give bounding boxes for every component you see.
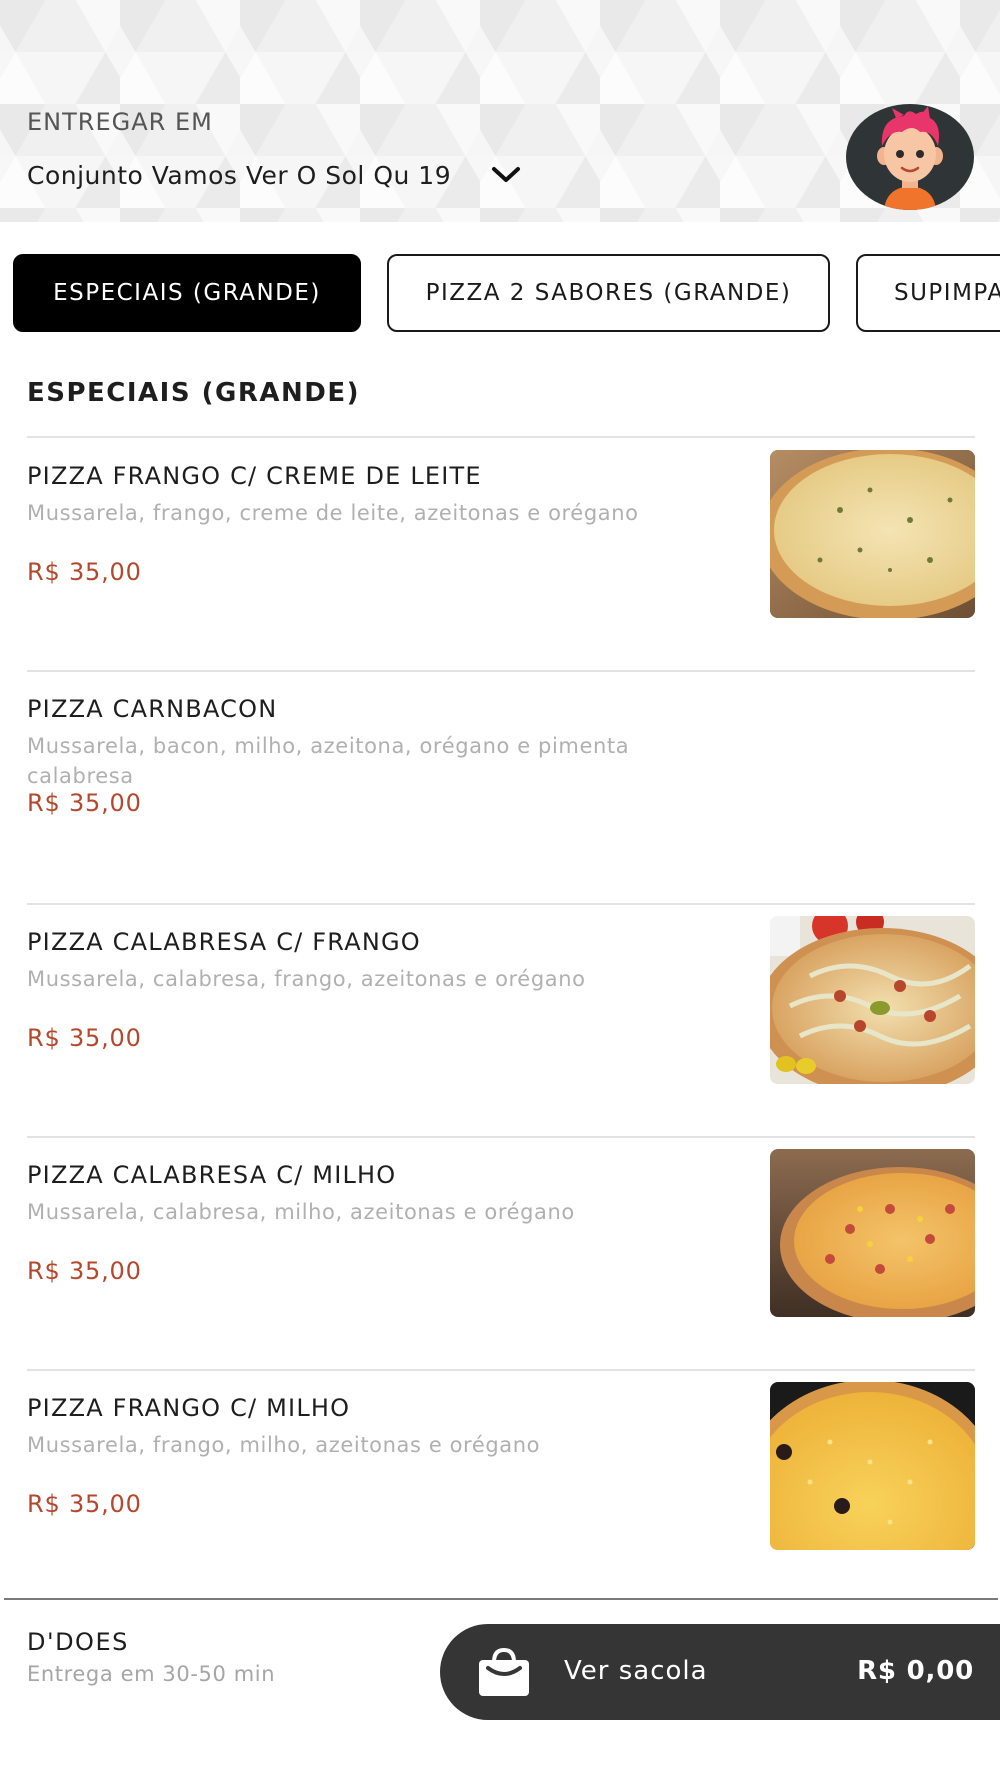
- tab-supimpa[interactable]: SUPIMPA: [856, 254, 1000, 332]
- product-description: Mussarela, bacon, milho, azeitona, oréga…: [27, 734, 630, 788]
- tab-pizza-2-sabores[interactable]: PIZZA 2 SABORES (GRANDE): [387, 254, 830, 332]
- deliver-label: ENTREGAR EM: [27, 108, 213, 136]
- product-description: Mussarela, calabresa, milho, azeitonas e…: [27, 1200, 575, 1224]
- footer-divider: [4, 1598, 998, 1600]
- delivery-time: Entrega em 30-50 min: [27, 1662, 276, 1686]
- product-name: PIZZA FRANGO C/ CREME DE LEITE: [27, 462, 482, 490]
- product-name: PIZZA CALABRESA C/ MILHO: [27, 1161, 397, 1189]
- divider: [27, 903, 975, 905]
- product-item[interactable]: PIZZA CALABRESA C/ FRANGO Mussarela, cal…: [27, 916, 975, 1158]
- bag-total: R$ 0,00: [857, 1656, 974, 1686]
- divider: [27, 670, 975, 672]
- divider: [27, 1136, 975, 1138]
- product-name: PIZZA FRANGO C/ MILHO: [27, 1394, 351, 1422]
- view-bag-button[interactable]: Ver sacola R$ 0,00: [440, 1624, 1000, 1720]
- product-price: R$ 35,00: [27, 1490, 142, 1518]
- category-tabs: ESPECIAIS (GRANDE) PIZZA 2 SABORES (GRAN…: [0, 254, 1000, 334]
- product-image[interactable]: [770, 450, 975, 618]
- product-price: R$ 35,00: [27, 789, 142, 817]
- product-price: R$ 35,00: [27, 558, 142, 586]
- product-item[interactable]: PIZZA FRANGO C/ CREME DE LEITE Mussarela…: [27, 450, 975, 692]
- chevron-down-icon[interactable]: [489, 158, 523, 192]
- section-title: ESPECIAIS (GRANDE): [27, 378, 360, 408]
- address-text: Conjunto Vamos Ver O Sol Qu 19: [27, 160, 452, 190]
- product-item[interactable]: PIZZA CARNBACON Mussarela, bacon, milho,…: [27, 695, 975, 925]
- shopping-bag-icon: [476, 1646, 532, 1698]
- product-description: Mussarela, frango, milho, azeitonas e or…: [27, 1433, 541, 1457]
- product-price: R$ 35,00: [27, 1257, 142, 1285]
- product-description: Mussarela, calabresa, frango, azeitonas …: [27, 967, 586, 991]
- view-bag-label: Ver sacola: [564, 1656, 708, 1686]
- product-item[interactable]: PIZZA FRANGO C/ MILHO Mussarela, frango,…: [27, 1382, 975, 1624]
- product-price: R$ 35,00: [27, 1024, 142, 1052]
- header: ENTREGAR EM Conjunto Vamos Ver O Sol Qu …: [0, 0, 1000, 222]
- product-name: PIZZA CALABRESA C/ FRANGO: [27, 928, 421, 956]
- product-description: Mussarela, frango, creme de leite, azeit…: [27, 501, 639, 525]
- store-name: D'DOES: [27, 1628, 129, 1656]
- address-selector[interactable]: Conjunto Vamos Ver O Sol Qu 19: [27, 158, 523, 192]
- product-image[interactable]: [770, 916, 975, 1084]
- product-image[interactable]: [770, 1382, 975, 1550]
- user-avatar[interactable]: [846, 104, 974, 210]
- tab-especiais-grande[interactable]: ESPECIAIS (GRANDE): [13, 254, 361, 332]
- product-item[interactable]: PIZZA CALABRESA C/ MILHO Mussarela, cala…: [27, 1149, 975, 1391]
- divider: [27, 436, 975, 438]
- product-image[interactable]: [770, 1149, 975, 1317]
- product-name: PIZZA CARNBACON: [27, 695, 278, 723]
- divider: [27, 1369, 975, 1371]
